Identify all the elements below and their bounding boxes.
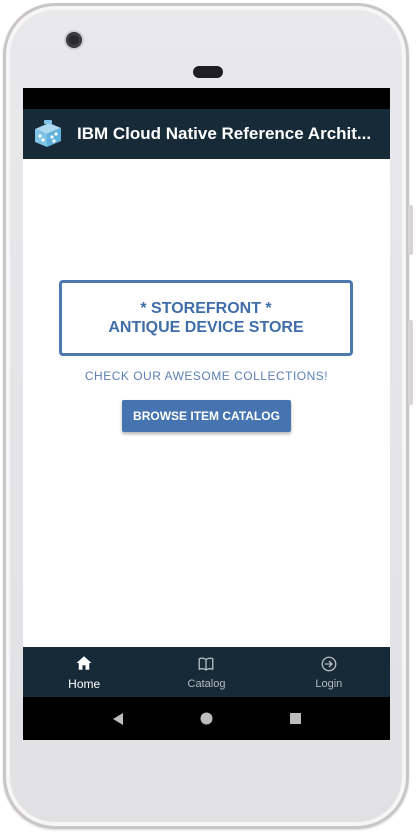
recents-square-icon (290, 713, 301, 724)
power-button (408, 320, 413, 405)
volume-button (408, 205, 413, 255)
device-screen: IBM Cloud Native Reference Archit... * S… (23, 88, 390, 740)
nav-label-catalog: Catalog (187, 677, 226, 690)
app-title: IBM Cloud Native Reference Archit... (77, 124, 372, 143)
storefront-banner: * STOREFRONT * ANTIQUE DEVICE STORE (59, 280, 353, 356)
back-button[interactable] (108, 709, 128, 729)
status-bar (23, 88, 390, 109)
browse-catalog-button[interactable]: BROWSE ITEM CATALOG (122, 400, 291, 432)
home-circle-icon (200, 712, 213, 725)
bottom-navigation: Home Catalog Login (23, 647, 390, 697)
nav-item-home[interactable]: Home (23, 647, 145, 697)
back-triangle-icon (112, 712, 123, 725)
earpiece-speaker (193, 66, 223, 78)
nav-item-catalog[interactable]: Catalog (145, 647, 267, 697)
home-icon (76, 655, 92, 670)
tagline: CHECK OUR AWESOME COLLECTIONS! (84, 369, 329, 383)
system-navigation-bar (23, 697, 390, 740)
main-content: * STOREFRONT * ANTIQUE DEVICE STORE CHEC… (23, 159, 390, 647)
nav-label-home: Home (68, 676, 101, 691)
home-system-button[interactable] (197, 709, 217, 729)
banner-line-1: * STOREFRONT * (140, 300, 272, 317)
banner-line-2: ANTIQUE DEVICE STORE (108, 319, 304, 336)
app-logo-icon (35, 120, 61, 147)
app-bar: IBM Cloud Native Reference Archit... (23, 109, 390, 159)
front-camera (66, 32, 82, 48)
book-icon (199, 656, 214, 671)
nav-label-login: Login (315, 677, 343, 690)
nav-item-login[interactable]: Login (268, 647, 390, 697)
recents-button[interactable] (286, 709, 306, 729)
login-icon (321, 656, 337, 671)
